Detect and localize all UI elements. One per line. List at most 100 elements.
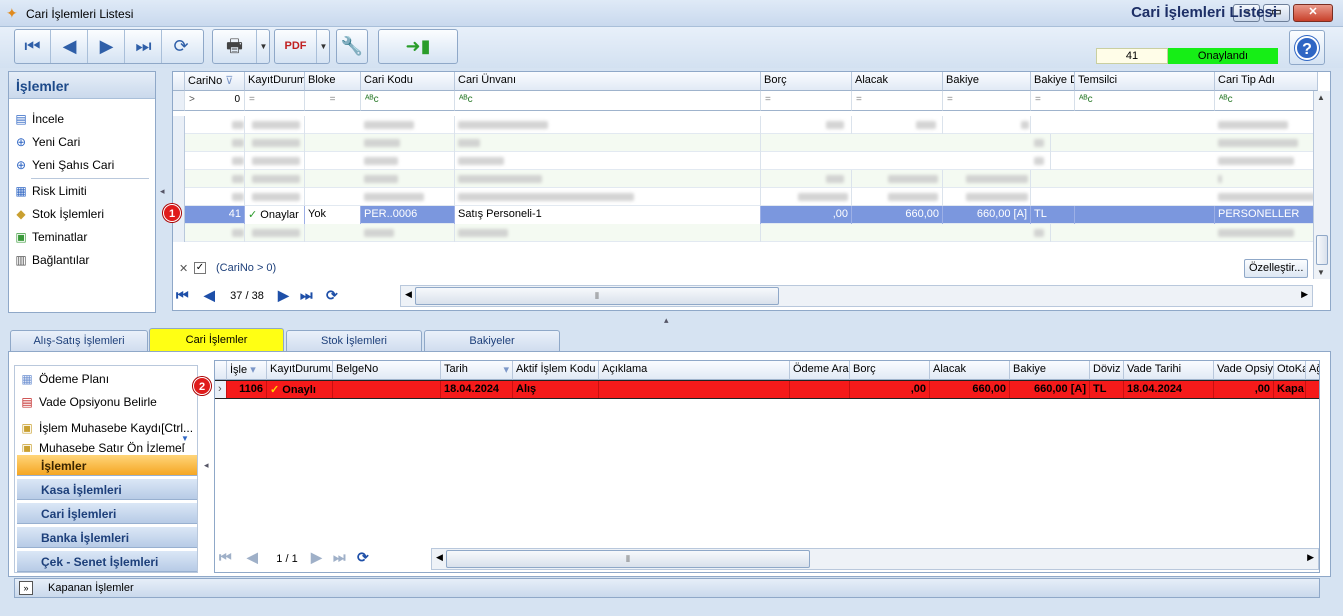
tab-alis-satis[interactable]: Alış-Satış İşlemleri — [10, 330, 148, 352]
prev-page-icon[interactable]: ◀ — [247, 549, 258, 566]
refresh-icon[interactable]: ⟳ — [357, 549, 369, 566]
table-row[interactable] — [173, 170, 1318, 188]
filter-expression[interactable]: (CariNo > 0) — [216, 262, 276, 274]
table-row[interactable] — [173, 152, 1318, 170]
table-row[interactable] — [173, 188, 1318, 206]
chevron-down-icon[interactable]: ▼ — [257, 30, 270, 63]
column-header-vade-tarihi[interactable]: Vade Tarihi — [1124, 361, 1214, 380]
column-header-bakiye[interactable]: Bakiye — [943, 72, 1031, 91]
column-header-doviz[interactable]: Döviz — [1090, 361, 1124, 380]
last-record-button[interactable]: ⏭ — [126, 30, 162, 63]
selected-table-row[interactable]: › 1106 ✓ Onaylı 18.04.2024 Alış ,00 660,… — [215, 380, 1319, 399]
filter-bloke[interactable]: = — [305, 91, 361, 111]
nav-group-kasa[interactable]: Kasa İşlemleri — [17, 478, 197, 500]
column-header-aktif-islem-kodu[interactable]: Aktif İşlem Kodu — [513, 361, 599, 380]
table-row[interactable] — [173, 134, 1318, 152]
grid-horizontal-scrollbar[interactable]: ◀ ⦀ ▶ — [400, 285, 1313, 307]
pdf-export-button[interactable]: PDF ▼ — [274, 29, 330, 64]
column-header-odeme-ara[interactable]: Ödeme Ara — [790, 361, 850, 380]
menu-item-baglantilar[interactable]: ▥ Bağlantılar — [13, 250, 153, 270]
scroll-thumb[interactable]: ⦀ — [446, 550, 810, 568]
next-page-icon[interactable]: ▶ — [278, 287, 289, 304]
menu-item-islem-muhasebe-kaydi[interactable]: ▣ İşlem Muhasebe Kaydı[Ctrl... — [19, 418, 197, 439]
exit-button[interactable]: ➜▮ — [378, 29, 458, 64]
column-header-otokapa[interactable]: OtoKa — [1274, 361, 1306, 380]
filter-bakiye[interactable]: = — [943, 91, 1031, 111]
closed-transactions-bar[interactable]: » Kapanan İşlemler — [14, 578, 1320, 598]
menu-item-stok-islemleri[interactable]: ◆ Stok İşlemleri — [13, 204, 153, 224]
column-header-aciklama[interactable]: Açıklama — [599, 361, 790, 380]
filter-enabled-checkbox[interactable]: ✓ — [194, 262, 206, 274]
column-header-cari-unvani[interactable]: Cari Ünvanı — [455, 72, 761, 91]
menu-item-odeme-plani[interactable]: ▦ Ödeme Planı — [19, 369, 197, 390]
prev-page-icon[interactable]: ◀ — [204, 287, 215, 304]
first-record-button[interactable]: ⏮ — [15, 30, 51, 63]
filter-kayitdurumu[interactable]: = — [245, 91, 305, 111]
nav-group-islemler[interactable]: İşlemler — [17, 454, 197, 476]
filter-borc[interactable]: = — [761, 91, 852, 111]
column-header-borc[interactable]: Borç — [761, 72, 852, 91]
menu-item-vade-opsiyonu[interactable]: ▤ Vade Opsiyonu Belirle — [19, 392, 197, 413]
selected-table-row[interactable]: 41 ✓ Onaylar Yok PER..0006 Satış Persone… — [173, 206, 1318, 224]
tab-stok-islemleri[interactable]: Stok İşlemleri — [286, 330, 422, 352]
filter-temsilci[interactable]: ᴬᴮc — [1075, 91, 1215, 111]
menu-item-yeni-cari[interactable]: ⊕ Yeni Cari — [13, 132, 153, 152]
first-page-icon[interactable]: ⏮ — [219, 549, 232, 566]
filter-cari-unvani[interactable]: ᴬᴮc — [455, 91, 761, 111]
filter-cari-tip-adi[interactable]: ᴬᴮc — [1215, 91, 1318, 111]
filter-carino[interactable]: >0 — [185, 91, 245, 111]
menu-item-incele[interactable]: ▤ İncele — [13, 109, 153, 129]
column-header-alacak[interactable]: Alacak — [930, 361, 1010, 380]
column-header-isle[interactable]: İşle ▾ — [227, 361, 267, 380]
column-header-borc[interactable]: Borç — [850, 361, 930, 380]
next-page-icon[interactable]: ▶ — [311, 549, 322, 566]
column-header-kayitdurumu[interactable]: KayıtDurumu — [267, 361, 333, 380]
column-header-agi[interactable]: Ağı — [1306, 361, 1319, 380]
collapse-panel-icon[interactable]: ◂ — [204, 460, 209, 471]
grid2-horizontal-scrollbar[interactable]: ◀ ⦀ ▶ — [431, 548, 1319, 570]
column-header-belgeno[interactable]: BelgeNo — [333, 361, 441, 380]
table-row[interactable] — [173, 224, 1318, 242]
print-button[interactable]: 🖶 ▼ — [212, 29, 270, 64]
first-page-icon[interactable]: ⏮ — [176, 287, 189, 304]
nav-group-cek-senet[interactable]: Çek - Senet İşlemleri — [17, 550, 197, 572]
table-row[interactable] — [173, 116, 1318, 134]
refresh-button[interactable]: ⟳ — [163, 30, 199, 63]
scroll-thumb[interactable]: ⦀ — [415, 287, 779, 305]
column-header-cari-kodu[interactable]: Cari Kodu — [361, 72, 455, 91]
menu-item-yeni-sahis-cari[interactable]: ⊕ Yeni Şahıs Cari — [13, 155, 153, 175]
menu-item-risk-limiti[interactable]: ▦ Risk Limiti — [13, 181, 153, 201]
nav-group-banka[interactable]: Banka İşlemleri — [17, 526, 197, 548]
tab-cari-islemler[interactable]: Cari İşlemler — [149, 328, 284, 352]
help-button[interactable]: ? — [1289, 30, 1325, 65]
column-header-kayitdurumu[interactable]: KayıtDurumu — [245, 72, 305, 91]
grid-vertical-scrollbar[interactable]: ▲ ▼ — [1313, 91, 1330, 279]
menu-item-teminatlar[interactable]: ▣ Teminatlar — [13, 227, 153, 247]
column-header-alacak[interactable]: Alacak — [852, 72, 943, 91]
column-header-temsilci[interactable]: Temsilci — [1075, 72, 1215, 91]
previous-record-button[interactable]: ◀ — [52, 30, 88, 63]
scroll-down-icon[interactable]: ▼ — [181, 434, 189, 443]
last-page-icon[interactable]: ⏭ — [333, 549, 346, 566]
column-header-cari-tip-adi[interactable]: Cari Tip Adı — [1215, 72, 1318, 91]
filter-cari-kodu[interactable]: ᴬᴮc — [361, 91, 455, 111]
chevron-down-icon[interactable]: ▼ — [317, 30, 330, 63]
next-record-button[interactable]: ▶ — [89, 30, 125, 63]
settings-tool-button[interactable]: 🔧 — [336, 29, 368, 64]
expand-chevron-icon[interactable]: » — [19, 581, 33, 595]
column-header-tarih[interactable]: Tarih ▾ — [441, 361, 513, 380]
customize-button[interactable]: Özelleştir... — [1244, 259, 1309, 278]
column-header-bakiye-d[interactable]: Bakiye D — [1031, 72, 1075, 91]
refresh-icon[interactable]: ⟳ — [326, 287, 338, 304]
last-page-icon[interactable]: ⏭ — [300, 287, 313, 304]
clear-filter-icon[interactable]: ✕ — [179, 262, 188, 275]
collapse-splitter-icon[interactable]: ▴ — [664, 315, 669, 326]
close-button[interactable]: ✕ — [1293, 4, 1333, 22]
column-header-bloke[interactable]: Bloke — [305, 72, 361, 91]
column-header-bakiye[interactable]: Bakiye — [1010, 361, 1090, 380]
nav-group-cari[interactable]: Cari İşlemleri — [17, 502, 197, 524]
menu-item-muhasebe-satir[interactable]: ▣ Muhasebe Satır Ön İzleme[ — [19, 440, 197, 452]
filter-alacak[interactable]: = — [852, 91, 943, 111]
column-header-vade-opsiyon[interactable]: Vade Opsiy — [1214, 361, 1274, 380]
column-header-carino[interactable]: CariNo ⊽ — [185, 72, 245, 91]
